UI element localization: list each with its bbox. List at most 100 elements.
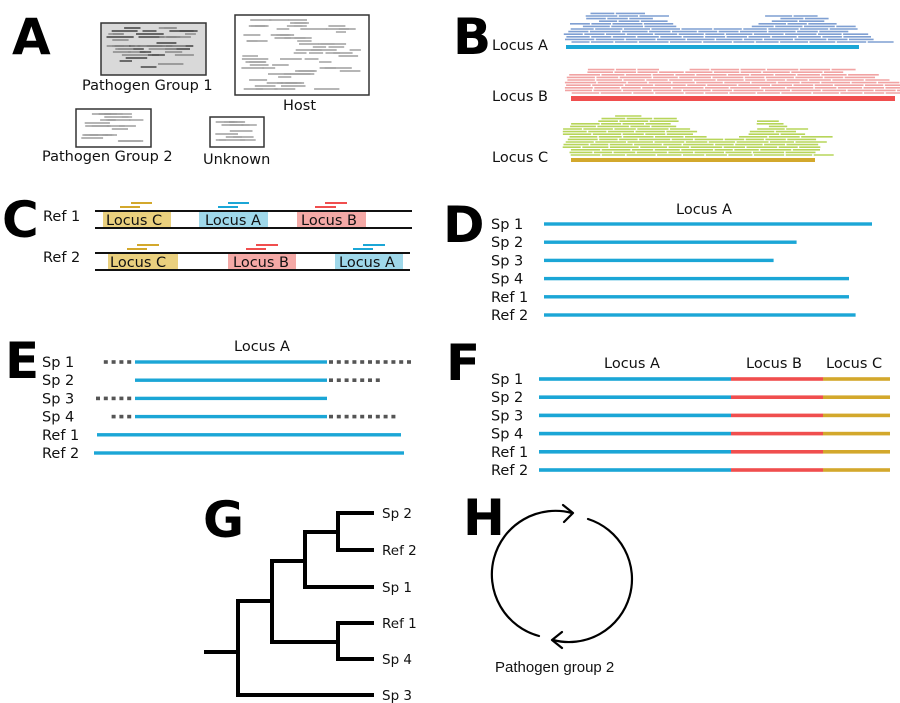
trimmed-region-dot: [119, 360, 124, 364]
trimmed-region-dot: [344, 360, 349, 364]
panel-letter-f: F: [446, 334, 480, 392]
trimmed-region-dot: [103, 396, 108, 401]
trimmed-region-dot: [344, 414, 349, 419]
trimmed-sequence-bar: [135, 396, 327, 401]
locus-box-label: Locus C: [110, 255, 166, 271]
locus-box-label: Locus A: [205, 213, 261, 229]
locus-box-label: Locus C: [106, 213, 162, 229]
trimmed-region-dot: [383, 414, 388, 419]
trimmed-region-dot: [336, 378, 341, 382]
trimmed-region-dot: [127, 396, 132, 401]
trimmed-region-dot: [391, 360, 396, 364]
segment-locus-b: [731, 450, 823, 454]
trimmed-region-dot: [127, 360, 132, 364]
row-label: Ref 1: [491, 445, 528, 461]
reference-label: Ref 2: [43, 250, 80, 266]
panel-letter-e: E: [5, 332, 39, 390]
panel-b: B Locus A Locus B Locus C: [453, 8, 900, 166]
trimmed-sequence-bar: [135, 378, 327, 382]
trimmed-region-dot: [391, 414, 396, 419]
tree-tip-label: Sp 1: [382, 580, 412, 596]
segment-locus-a: [539, 468, 731, 472]
segment-locus-b: [731, 395, 823, 399]
reference-ref-1: Ref 1 Locus C Locus A Locus B: [43, 202, 412, 229]
concatenated-alignment-rows: Sp 1 Sp 2 Sp 3 Sp 4 Ref 1 Ref 2: [491, 372, 890, 479]
trimmed-region-dot: [375, 414, 380, 419]
row-label: Sp 3: [42, 391, 74, 407]
trimmed-region-dot: [111, 396, 116, 401]
trimmed-region-dot: [375, 360, 380, 364]
bin-label: Unknown: [203, 152, 270, 168]
sequence-bar: [544, 295, 849, 299]
reference-label: Ref 1: [43, 209, 80, 225]
locus-label-c: Locus C: [492, 150, 548, 166]
trimmed-region-dot: [375, 378, 380, 382]
locus-box-label: Locus A: [339, 255, 395, 271]
panel-letter-d: D: [443, 196, 485, 254]
panel-a: A Pathogen Group 1 Host Pathogen Group 2…: [12, 8, 370, 168]
locus-label-a: Locus A: [492, 38, 548, 54]
reads-pileup-locus-a: [563, 12, 894, 43]
panel-c: C Ref 1 Locus C Locus A Locus B Ref 2 Lo…: [2, 191, 412, 271]
locus-box-label: Locus B: [301, 213, 357, 229]
mapped-reads: [127, 244, 385, 250]
panel-letter-h: H: [463, 489, 505, 547]
row-label: Sp 2: [491, 235, 523, 251]
trimmed-region-dot: [368, 360, 372, 364]
segment-locus-a: [539, 377, 731, 381]
locus-bar-a: [566, 45, 859, 49]
trimmed-region-dot: [119, 396, 124, 401]
sequence-bar: [544, 313, 856, 317]
segment-locus-c: [823, 431, 890, 436]
trimmed-region-dot: [336, 414, 341, 419]
trimmed-region-dot: [360, 360, 365, 364]
segment-locus-a: [539, 450, 731, 454]
panel-letter-b: B: [453, 8, 491, 66]
concat-header-locus-b: Locus B: [746, 356, 802, 372]
trimmed-region-dot: [352, 414, 357, 419]
trimmed-sequence-bar: [135, 414, 327, 419]
trimmed-region-dot: [111, 360, 116, 364]
iterative-cycle-icon: [490, 503, 634, 650]
bin-unknown: Unknown: [203, 116, 270, 168]
segment-locus-b: [731, 413, 823, 418]
reads-pileup-locus-b: [564, 68, 900, 94]
trimmed-region-dot: [96, 396, 100, 401]
reads-pileup-locus-c: [562, 115, 834, 156]
segment-locus-b: [731, 431, 823, 436]
panel-letter-a: A: [12, 8, 51, 66]
row-label: Sp 2: [491, 390, 523, 406]
sequence-bar: [544, 240, 797, 244]
tree-tip-label: Ref 2: [382, 543, 417, 559]
reference-sequence-bar: [97, 433, 401, 437]
segment-locus-c: [823, 377, 890, 381]
panel-d: D Locus A Sp 1 Sp 2 Sp 3 Sp 4 Ref 1 Ref 2: [443, 196, 872, 324]
row-label: Ref 2: [42, 446, 79, 462]
segment-locus-c: [823, 468, 890, 472]
trimmed-region-dot: [329, 414, 333, 419]
panel-d-title: Locus A: [676, 202, 732, 218]
concat-header-locus-a: Locus A: [604, 356, 660, 372]
trimmed-alignment-rows: Sp 1 Sp 2 Sp 3 Sp 4 Ref 1 Ref 2: [42, 355, 411, 462]
trimmed-region-dot: [407, 360, 411, 364]
bin-pathogen-group-2: Pathogen Group 2: [42, 108, 173, 165]
trimmed-region-dot: [352, 378, 357, 382]
locus-label-b: Locus B: [492, 89, 548, 105]
locus-bar-b: [571, 96, 895, 101]
trimmed-region-dot: [329, 360, 333, 364]
arrowhead-top: [561, 503, 575, 524]
panel-f: F Locus A Locus B Locus C Sp 1Sp 2Sp 3Sp…: [446, 334, 890, 479]
trimmed-region-dot: [368, 414, 372, 419]
trimmed-region-dot: [360, 414, 365, 419]
locus-box-label: Locus B: [233, 255, 289, 271]
panel-e-title: Locus A: [234, 339, 290, 355]
cycle-caption: Pathogen group 2: [495, 659, 614, 676]
trimmed-region-dot: [119, 414, 124, 419]
mapped-reads: [120, 202, 347, 208]
locus-bar-c: [571, 158, 815, 162]
reference-ref-2: Ref 2 Locus C Locus B Locus A: [43, 244, 410, 271]
row-label: Sp 1: [491, 217, 523, 233]
trimmed-region-dot: [336, 360, 341, 364]
tree-tip-label: Sp 4: [382, 652, 412, 668]
segment-locus-c: [823, 395, 890, 399]
